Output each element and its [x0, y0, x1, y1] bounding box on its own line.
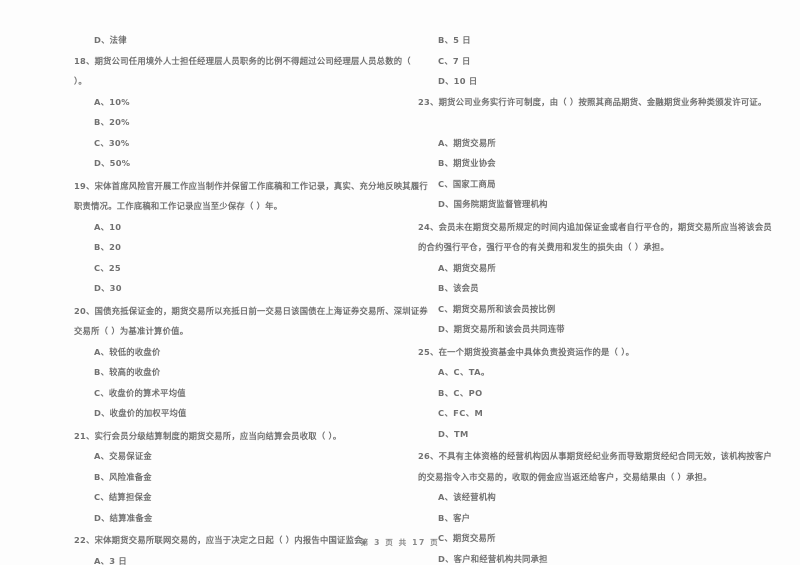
question-24-line-1: 24、会员未在期货交易所规定的时间内追加保证金或者自行平仓的，期货交易所应当将该… [418, 217, 792, 238]
question-26-option-b[interactable]: B、客户 [418, 508, 792, 529]
question-26-option-a[interactable]: A、该经营机构 [418, 487, 792, 508]
left-column: D、法律 18、期货公司任用境外人士担任经理层人员职务的比例不得超过公司经理层人… [0, 30, 400, 520]
question-25-option-c[interactable]: C、FC、M [418, 403, 792, 424]
question-23-option-d[interactable]: D、国务院期货监督管理机构 [418, 194, 792, 215]
question-21-option-d[interactable]: D、结算准备金 [74, 508, 394, 529]
question-20: 20、国债充抵保证金的，期货交易所以充抵日前一交易日该国债在上海证券交易所、深圳… [74, 301, 394, 424]
question-20-option-d[interactable]: D、收盘价的加权平均值 [74, 403, 394, 424]
question-19-option-d[interactable]: D、30 [74, 278, 394, 299]
question-21-option-b[interactable]: B、风险准备金 [74, 467, 394, 488]
question-20-option-a[interactable]: A、较低的收盘价 [74, 342, 394, 363]
question-25-option-a[interactable]: A、C、TA。 [418, 362, 792, 383]
question-20-line-1: 20、国债充抵保证金的，期货交易所以充抵日前一交易日该国债在上海证券交易所、深圳… [74, 301, 394, 322]
question-25: 25、在一个期货投资基金中具体负责投资运作的是（ ）。 A、C、TA。 B、C、… [418, 342, 792, 445]
question-23-option-c[interactable]: C、国家工商局 [418, 174, 792, 195]
question-22-option-d[interactable]: D、10 日 [418, 71, 792, 92]
question-20-option-b[interactable]: B、较高的收盘价 [74, 362, 394, 383]
question-18-option-a[interactable]: A、10% [74, 92, 394, 113]
question-24-option-c[interactable]: C、期货交易所和该会员按比例 [418, 299, 792, 320]
question-19-option-c[interactable]: C、25 [74, 258, 394, 279]
question-23-option-a[interactable]: A、期货交易所 [418, 133, 792, 154]
question-22-option-a[interactable]: A、3 日 [74, 551, 394, 571]
question-24-line-2: 的合约强行平仓，强行平仓的有关费用和发生的损失由（ ）承担。 [418, 237, 792, 258]
question-26-option-d[interactable]: D、客户和经营机构共同承担 [418, 549, 792, 570]
question-18-option-d[interactable]: D、50% [74, 153, 394, 174]
question-18-option-c[interactable]: C、30% [74, 133, 394, 154]
question-22-option-b[interactable]: B、5 日 [418, 30, 792, 51]
question-19: 19、宋体首席风险官开展工作应当制作并保留工作底稿和工作记录，真实、充分地反映其… [74, 176, 394, 299]
exam-paper-page: D、法律 18、期货公司任用境外人士担任经理层人员职务的比例不得超过公司经理层人… [0, 0, 800, 565]
question-18: 18、期货公司任用境外人士担任经理层人员职务的比例不得超过公司经理层人员总数的（… [74, 51, 394, 174]
right-column: B、5 日 C、7 日 D、10 日 23、期货公司业务实行许可制度，由（ ）按… [400, 30, 800, 520]
question-24-option-d[interactable]: D、期货交易所和该会员共同连带 [418, 319, 792, 340]
question-21-line-1: 21、实行会员分级结算制度的期货交易所，应当向结算会员收取（ ）。 [74, 426, 394, 447]
question-23: 23、期货公司业务实行许可制度，由（ ）按照其商品期货、金融期货业务种类颁发许可… [418, 92, 792, 215]
question-21: 21、实行会员分级结算制度的期货交易所，应当向结算会员收取（ ）。 A、交易保证… [74, 426, 394, 529]
question-26-line-1: 26、不具有主体资格的经营机构因从事期货经纪业务而导致期货经纪合同无效，该机构按… [418, 446, 792, 467]
question-19-option-b[interactable]: B、20 [74, 237, 394, 258]
question-21-option-c[interactable]: C、结算担保金 [74, 487, 394, 508]
question-21-option-a[interactable]: A、交易保证金 [74, 446, 394, 467]
question-19-line-2: 职责情况。工作底稿和工作记录应当至少保存（ ）年。 [74, 196, 394, 217]
question-24-option-a[interactable]: A、期货交易所 [418, 258, 792, 279]
question-26-line-2: 的交易指令入市交易的，收取的佣金应当返还给客户，交易结果由（ ）承担。 [418, 467, 792, 488]
question-25-option-b[interactable]: B、C、PO [418, 383, 792, 404]
question-24: 24、会员未在期货交易所规定的时间内追加保证金或者自行平仓的，期货交易所应当将该… [418, 217, 792, 340]
question-18-option-b[interactable]: B、20% [74, 112, 394, 133]
question-25-option-d[interactable]: D、TM [418, 424, 792, 445]
two-column-body: D、法律 18、期货公司任用境外人士担任经理层人员职务的比例不得超过公司经理层人… [0, 30, 800, 520]
question-22-option-c[interactable]: C、7 日 [418, 51, 792, 72]
question-23-spacer [418, 112, 792, 133]
question-20-option-c[interactable]: C、收盘价的算术平均值 [74, 383, 394, 404]
question-23-line-1: 23、期货公司业务实行许可制度，由（ ）按照其商品期货、金融期货业务种类颁发许可… [418, 92, 792, 113]
question-25-line-1: 25、在一个期货投资基金中具体负责投资运作的是（ ）。 [418, 342, 792, 363]
question-20-line-2: 交易所（ ）为基准计算价值。 [74, 321, 394, 342]
question-26: 26、不具有主体资格的经营机构因从事期货经纪业务而导致期货经纪合同无效，该机构按… [418, 446, 792, 569]
page-footer: 第 3 页 共 17 页 [0, 537, 800, 548]
question-23-option-b[interactable]: B、期货业协会 [418, 153, 792, 174]
question-19-line-1: 19、宋体首席风险官开展工作应当制作并保留工作底稿和工作记录，真实、充分地反映其… [74, 176, 394, 197]
question-18-line-2: ）。 [74, 71, 394, 92]
question-19-option-a[interactable]: A、10 [74, 217, 394, 238]
question-18-line-1: 18、期货公司任用境外人士担任经理层人员职务的比例不得超过公司经理层人员总数的（ [74, 51, 394, 72]
question-24-option-b[interactable]: B、该会员 [418, 278, 792, 299]
orphan-option-d-law: D、法律 [74, 30, 394, 51]
